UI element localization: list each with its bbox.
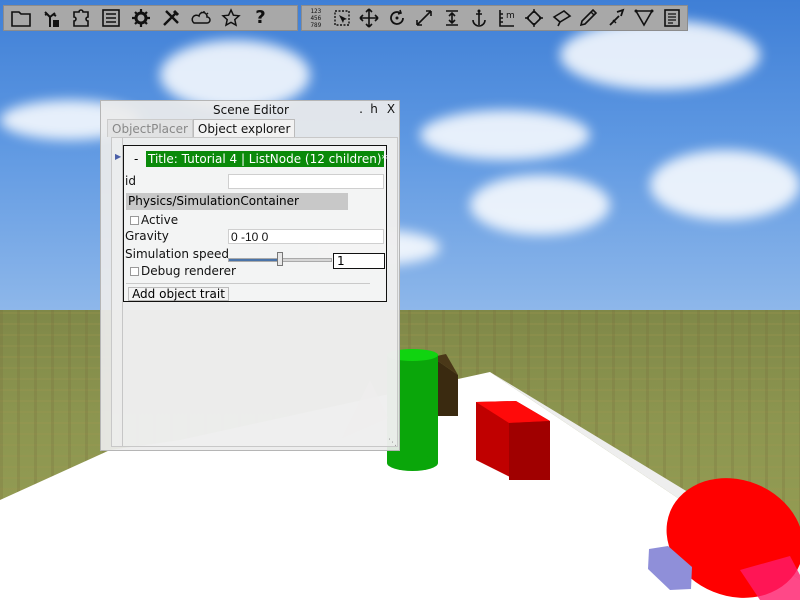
slider-fill [229, 259, 280, 261]
node-title[interactable]: Title: Tutorial 4 | ListNode (12 childre… [146, 151, 388, 167]
measure-icon[interactable]: m [494, 6, 520, 30]
gear-icon[interactable] [126, 6, 155, 30]
wrench-icon[interactable] [604, 6, 630, 30]
tab-object-placer[interactable]: ObjectPlacer [107, 119, 193, 137]
tree-icon[interactable] [36, 6, 65, 30]
help-icon[interactable]: ? [246, 6, 275, 30]
object-card: - Title: Tutorial 4 | ListNode (12 child… [123, 145, 388, 302]
slider-thumb[interactable] [277, 252, 283, 266]
snap-height-icon[interactable] [439, 6, 465, 30]
collapse-button[interactable]: - [134, 152, 138, 166]
tab-bar: ObjectPlacer Object explorer [107, 119, 296, 137]
folder-icon[interactable] [6, 6, 35, 30]
expand-arrow-icon[interactable]: ▶ [115, 152, 121, 161]
resize-grip-icon[interactable]: ⋱ [388, 438, 397, 448]
tree-gutter: ▶ [112, 138, 123, 446]
light-icon[interactable] [521, 6, 547, 30]
tab-object-explorer[interactable]: Object explorer [192, 119, 296, 137]
id-field[interactable] [228, 174, 384, 189]
help-button[interactable]: h [366, 101, 382, 117]
divider [126, 283, 370, 284]
camera-icon[interactable] [549, 6, 575, 30]
sim-speed-label: Simulation speed [125, 247, 229, 261]
move-icon[interactable] [356, 6, 382, 30]
numpad-icon[interactable]: 123 456 789 [304, 6, 328, 30]
active-checkbox[interactable] [130, 216, 139, 225]
scene-editor-window[interactable]: Scene Editor . h X ObjectPlacer Object e… [100, 100, 400, 451]
numpad-label: 123 456 789 [310, 7, 322, 29]
measure-label: m [505, 10, 515, 21]
gravity-field[interactable] [228, 229, 384, 244]
paint-icon[interactable] [576, 6, 602, 30]
list-icon[interactable] [96, 6, 125, 30]
close-button[interactable]: X [383, 101, 399, 117]
trait-header: Physics/SimulationContainer [126, 193, 348, 210]
transform-toolbar: 123 456 789 m [301, 5, 688, 31]
star-icon[interactable] [216, 6, 245, 30]
object-explorer-panel: ▶ - Title: Tutorial 4 | ListNode (12 chi… [111, 137, 398, 447]
id-label: id [125, 174, 136, 188]
active-label: Active [141, 213, 179, 227]
weather-icon[interactable] [186, 6, 215, 30]
main-toolbar: ? [3, 5, 298, 31]
puzzle-icon[interactable] [66, 6, 95, 30]
anchor-icon[interactable] [466, 6, 492, 30]
tools-icon[interactable] [156, 6, 185, 30]
document-icon[interactable] [659, 6, 685, 30]
select-box-icon[interactable] [329, 6, 355, 30]
vertex-icon[interactable] [631, 6, 657, 30]
debug-renderer-label: Debug renderer [141, 264, 236, 278]
scale-icon[interactable] [411, 6, 437, 30]
add-object-trait-button[interactable]: Add object trait [128, 287, 229, 301]
gravity-label: Gravity [125, 229, 169, 243]
debug-renderer-checkbox[interactable] [130, 267, 139, 276]
rotate-icon[interactable] [384, 6, 410, 30]
sim-speed-spinbox[interactable]: 1 [333, 253, 385, 269]
